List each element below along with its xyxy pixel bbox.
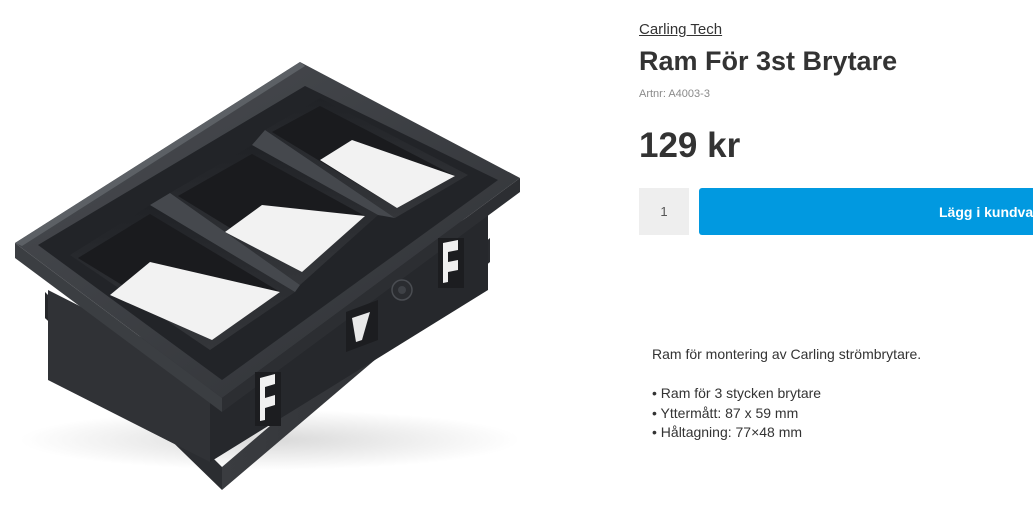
product-title: Ram För 3st Brytare bbox=[639, 46, 898, 76]
product-description: Ram för montering av Carling strömbrytar… bbox=[652, 346, 922, 362]
product-price: 129 kr bbox=[639, 126, 741, 165]
quantity-input[interactable] bbox=[639, 188, 689, 235]
switch-frame-product-photo-icon bbox=[15, 62, 520, 490]
feature-item: • Håltagning: 77×48 mm bbox=[652, 424, 803, 440]
feature-item: • Yttermått: 87 x 59 mm bbox=[652, 404, 799, 421]
product-page: Carling Tech Ram För 3st Brytare Artnr: … bbox=[0, 0, 1033, 506]
product-info: Carling Tech Ram För 3st Brytare Artnr: … bbox=[639, 0, 1033, 506]
article-number: Artnr: A4003-3 bbox=[639, 88, 710, 100]
product-image[interactable] bbox=[0, 0, 545, 506]
feature-item: • Ram för 3 stycken brytare bbox=[652, 385, 822, 401]
feature-list: • Ram för 3 stycken brytare • Yttermått:… bbox=[652, 384, 821, 443]
add-to-cart-button[interactable]: Lägg i kundva bbox=[699, 188, 1033, 235]
brand-link[interactable]: Carling Tech bbox=[639, 21, 722, 38]
